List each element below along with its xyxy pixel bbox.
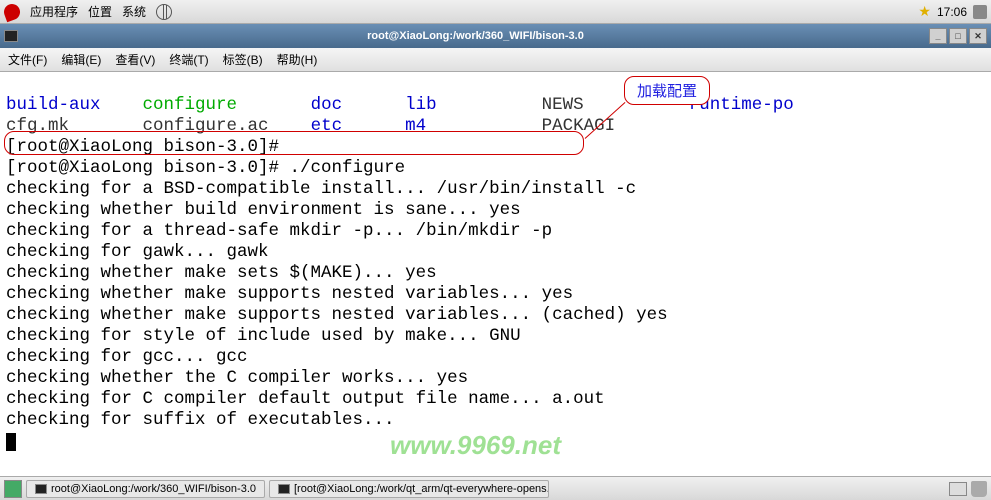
output-line: checking whether make supports nested va…: [6, 305, 668, 325]
workspace-switcher-icon[interactable]: [949, 482, 967, 496]
output-line: checking whether build environment is sa…: [6, 200, 521, 220]
ls-dir: build-aux: [6, 95, 101, 115]
show-desktop-icon[interactable]: [4, 480, 22, 498]
menu-view[interactable]: 查看(V): [115, 51, 155, 68]
output-line: checking for a thread-safe mkdir -p... /…: [6, 221, 552, 241]
desktop-bottom-panel: root@XiaoLong:/work/360_WIFI/bison-3.0 […: [0, 476, 991, 500]
watermark: www.9969.net: [390, 430, 561, 461]
output-line: checking for suffix of executables...: [6, 410, 395, 430]
output-line: checking whether make sets $(MAKE)... ye…: [6, 263, 437, 283]
star-icon[interactable]: ★: [918, 3, 931, 20]
output-line: checking for style of include used by ma…: [6, 326, 521, 346]
tray-icon[interactable]: [973, 5, 987, 19]
menu-help[interactable]: 帮助(H): [277, 51, 318, 68]
terminal-icon: [35, 484, 47, 494]
command-input: ./configure: [290, 158, 406, 178]
ls-dir: doc: [311, 95, 343, 115]
terminal-icon: [4, 30, 18, 42]
desktop-top-panel: 应用程序 位置 系统 ★ 17:06: [0, 0, 991, 24]
browser-icon[interactable]: [156, 4, 172, 20]
ls-dir: lib: [405, 95, 437, 115]
taskbar-item-label: root@XiaoLong:/work/360_WIFI/bison-3.0: [51, 483, 256, 495]
minimize-button[interactable]: _: [929, 28, 947, 44]
terminal-cursor: [6, 433, 16, 451]
taskbar-item[interactable]: root@XiaoLong:/work/360_WIFI/bison-3.0: [26, 480, 265, 498]
window-title: root@XiaoLong:/work/360_WIFI/bison-3.0: [22, 30, 929, 42]
output-line: checking whether the C compiler works...…: [6, 368, 468, 388]
menu-places[interactable]: 位置: [88, 3, 112, 20]
menu-tabs[interactable]: 标签(B): [223, 51, 263, 68]
menu-terminal[interactable]: 终端(T): [169, 51, 208, 68]
output-line: checking whether make supports nested va…: [6, 284, 573, 304]
ls-file: NEWS: [542, 95, 584, 115]
taskbar-item[interactable]: [root@XiaoLong:/work/qt_arm/qt-everywher…: [269, 480, 549, 498]
prompt: [root@XiaoLong bison-3.0]#: [6, 158, 290, 178]
maximize-button[interactable]: □: [949, 28, 967, 44]
window-titlebar[interactable]: root@XiaoLong:/work/360_WIFI/bison-3.0 _…: [0, 24, 991, 48]
close-button[interactable]: ✕: [969, 28, 987, 44]
output-line: checking for gcc... gcc: [6, 347, 248, 367]
clock[interactable]: 17:06: [937, 5, 967, 19]
ls-exec: configure: [143, 95, 238, 115]
terminal-menubar: 文件(F) 编辑(E) 查看(V) 终端(T) 标签(B) 帮助(H): [0, 48, 991, 72]
output-line: checking for gawk... gawk: [6, 242, 269, 262]
distro-icon: [2, 1, 23, 22]
terminal-icon: [278, 484, 290, 494]
taskbar-item-label: [root@XiaoLong:/work/qt_arm/qt-everywher…: [294, 483, 549, 495]
trash-icon[interactable]: [971, 481, 987, 497]
output-line: checking for a BSD-compatible install...…: [6, 179, 636, 199]
menu-system[interactable]: 系统: [122, 3, 146, 20]
menu-file[interactable]: 文件(F): [8, 51, 47, 68]
annotation-highlight-box: [4, 131, 584, 155]
menu-edit[interactable]: 编辑(E): [61, 51, 101, 68]
annotation-label: 加载配置: [624, 76, 710, 105]
output-line: checking for C compiler default output f…: [6, 389, 605, 409]
menu-applications[interactable]: 应用程序: [30, 3, 78, 20]
